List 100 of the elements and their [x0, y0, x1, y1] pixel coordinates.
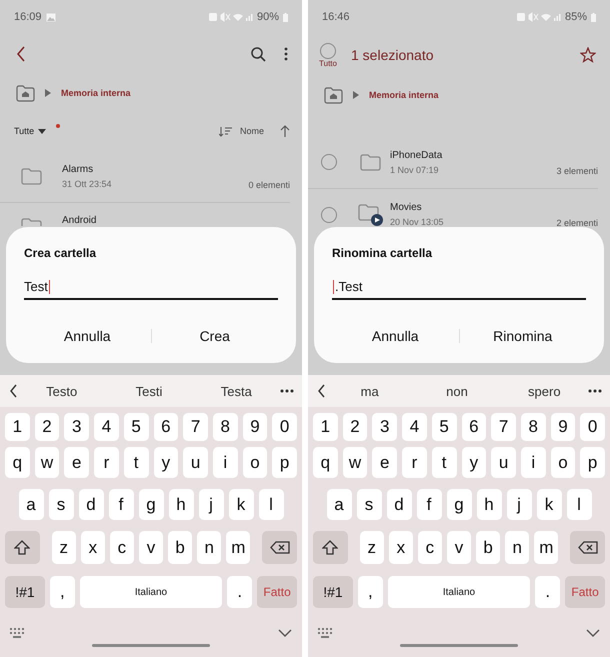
key[interactable]: u	[491, 447, 516, 478]
key[interactable]: 1	[312, 413, 338, 441]
key[interactable]: ,	[50, 576, 75, 608]
key[interactable]: e	[372, 447, 398, 478]
suggestion[interactable]: Testo	[18, 382, 106, 400]
key[interactable]: q	[312, 447, 338, 478]
key[interactable]: g	[446, 489, 472, 520]
key[interactable]: t	[124, 447, 148, 478]
cancel-button[interactable]: Annulla	[24, 324, 150, 348]
key[interactable]: 6	[462, 413, 486, 441]
space-key[interactable]: Italiano	[388, 576, 530, 608]
key[interactable]: h	[168, 489, 194, 520]
key[interactable]: x	[80, 531, 105, 564]
key[interactable]: z	[52, 531, 76, 564]
search-icon[interactable]	[251, 46, 266, 62]
symbols-key[interactable]: !#1	[313, 576, 353, 608]
key[interactable]: 3	[372, 413, 398, 441]
key[interactable]: p	[272, 447, 298, 478]
confirm-button[interactable]: Rinomina	[460, 324, 586, 348]
key[interactable]: j	[198, 489, 224, 520]
row-checkbox[interactable]	[321, 154, 337, 170]
space-key[interactable]: Italiano	[80, 576, 222, 608]
key[interactable]: m	[226, 531, 250, 564]
keyboard-icon[interactable]	[10, 628, 24, 638]
key[interactable]: l	[566, 489, 592, 520]
key[interactable]: o	[550, 447, 576, 478]
key[interactable]: m	[534, 531, 558, 564]
key[interactable]: n	[505, 531, 530, 564]
confirm-button[interactable]: Crea	[152, 324, 278, 348]
row-checkbox[interactable]	[321, 206, 337, 222]
sort-icon[interactable]	[218, 126, 232, 136]
backspace-key[interactable]	[262, 531, 298, 564]
name-input-field[interactable]: Test	[24, 279, 278, 300]
breadcrumb-link[interactable]: Memoria interna	[369, 90, 439, 100]
key[interactable]: 7	[491, 413, 516, 441]
key[interactable]: s	[356, 489, 382, 520]
select-all-checkbox[interactable]	[320, 42, 336, 58]
shift-key[interactable]	[4, 531, 40, 564]
more-icon[interactable]	[588, 389, 602, 393]
key[interactable]: i	[212, 447, 238, 478]
chevron-down-icon[interactable]	[586, 629, 600, 637]
folder-name[interactable]: Alarms	[62, 164, 248, 174]
key[interactable]: .	[227, 576, 252, 608]
sort-up-icon[interactable]	[280, 125, 290, 137]
key[interactable]: e	[64, 447, 90, 478]
star-icon[interactable]	[580, 47, 596, 63]
key[interactable]: 8	[520, 413, 546, 441]
key[interactable]: o	[242, 447, 268, 478]
key[interactable]: 0	[580, 413, 606, 441]
name-input-field[interactable]: .Test	[332, 279, 586, 300]
home-folder-icon[interactable]	[324, 86, 343, 104]
key[interactable]: d	[78, 489, 104, 520]
key[interactable]: w	[34, 447, 60, 478]
suggestion[interactable]: non	[413, 382, 501, 400]
key[interactable]: f	[108, 489, 134, 520]
keyboard-icon[interactable]	[318, 628, 332, 638]
chevron-down-icon[interactable]	[278, 629, 292, 637]
key[interactable]: y	[154, 447, 178, 478]
back-icon[interactable]	[8, 383, 18, 399]
key[interactable]: b	[476, 531, 500, 564]
backspace-key[interactable]	[570, 531, 606, 564]
key[interactable]: 5	[432, 413, 456, 441]
key[interactable]: 9	[242, 413, 268, 441]
key[interactable]: v	[138, 531, 164, 564]
suggestion[interactable]: spero	[500, 382, 588, 400]
key[interactable]: g	[138, 489, 164, 520]
sort-label[interactable]: Nome	[240, 126, 264, 136]
key[interactable]: 5	[124, 413, 148, 441]
more-icon[interactable]	[284, 47, 288, 61]
cancel-button[interactable]: Annulla	[332, 324, 458, 348]
key[interactable]: w	[342, 447, 368, 478]
key[interactable]: 7	[183, 413, 208, 441]
key[interactable]: 1	[4, 413, 30, 441]
key[interactable]: 3	[64, 413, 90, 441]
key[interactable]: i	[520, 447, 546, 478]
folder-name[interactable]: Movies	[390, 202, 556, 213]
key[interactable]: 0	[272, 413, 298, 441]
key[interactable]: 2	[34, 413, 60, 441]
filter-dropdown[interactable]: Tutte	[14, 126, 34, 136]
key[interactable]: y	[462, 447, 486, 478]
key[interactable]: h	[476, 489, 502, 520]
key[interactable]: k	[536, 489, 562, 520]
key[interactable]: c	[418, 531, 442, 564]
key[interactable]: d	[386, 489, 412, 520]
folder-name[interactable]: iPhoneData	[390, 150, 556, 160]
key[interactable]: t	[432, 447, 456, 478]
key[interactable]: n	[197, 531, 222, 564]
key[interactable]: 4	[402, 413, 427, 441]
key[interactable]: z	[360, 531, 384, 564]
key[interactable]: a	[18, 489, 44, 520]
key[interactable]: .	[535, 576, 560, 608]
key[interactable]: b	[168, 531, 192, 564]
suggestion[interactable]: Testa	[192, 382, 280, 400]
key[interactable]: x	[388, 531, 413, 564]
key[interactable]: 4	[94, 413, 119, 441]
key[interactable]: c	[110, 531, 134, 564]
suggestion[interactable]: Testi	[105, 382, 193, 400]
key[interactable]: r	[94, 447, 119, 478]
key[interactable]: s	[48, 489, 74, 520]
back-icon[interactable]	[16, 46, 26, 62]
